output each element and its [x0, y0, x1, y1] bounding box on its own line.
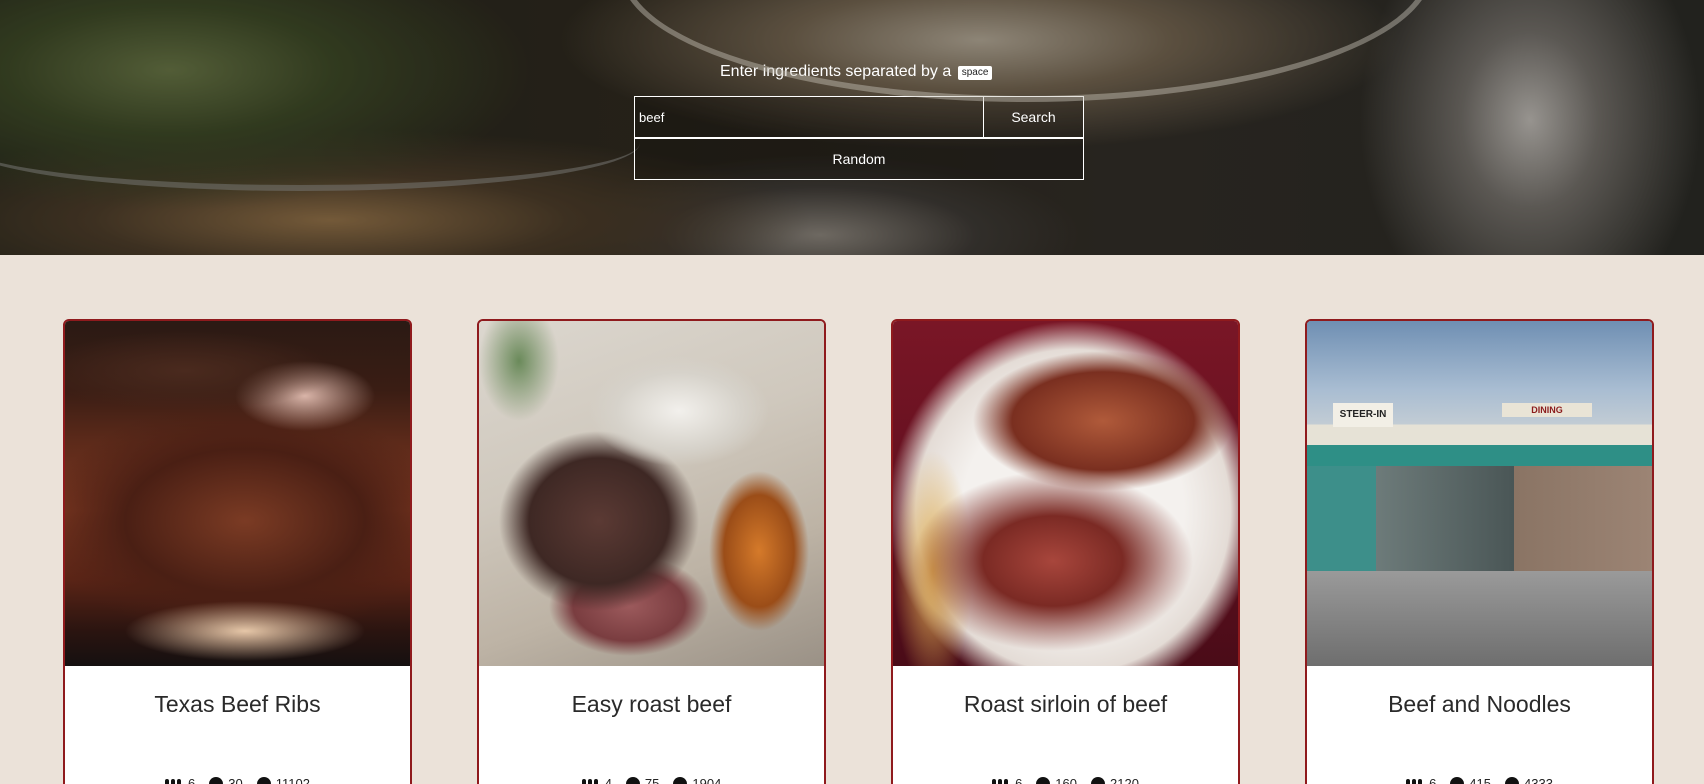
hero-banner: Enter ingredients separated by a space S… — [0, 0, 1704, 255]
recipe-image[interactable]: STEER-IN DINING — [1307, 321, 1652, 666]
recipe-image[interactable] — [65, 321, 410, 666]
search-prompt: Enter ingredients separated by a space — [720, 62, 993, 82]
cook-time: 30 — [209, 776, 243, 784]
recipe-meta: 6 160 2120 — [893, 776, 1238, 784]
servings-value: 6 — [1429, 776, 1437, 784]
recipe-title[interactable]: Texas Beef Ribs — [65, 691, 410, 718]
recipe-card[interactable]: STEER-IN DINING Beef and Noodles 6 415 4… — [1305, 319, 1654, 784]
recipe-title[interactable]: Easy roast beef — [479, 691, 824, 718]
people-icon — [165, 777, 183, 784]
clock-icon — [625, 776, 640, 784]
heart-icon — [673, 776, 688, 784]
clock-icon — [1450, 776, 1465, 784]
clock-icon — [209, 776, 224, 784]
people-icon — [581, 777, 600, 784]
servings-value: 6 — [1015, 776, 1023, 784]
likes-value: 4333 — [1524, 776, 1553, 784]
likes: 1904 — [673, 776, 721, 784]
search-row: Search — [634, 96, 1084, 138]
clock-icon — [1036, 776, 1051, 784]
people-icon — [1406, 777, 1424, 784]
heart-icon — [256, 776, 271, 784]
people-icon — [992, 777, 1010, 784]
servings: 6 — [165, 776, 195, 784]
heart-icon — [1091, 776, 1105, 784]
parking-lot — [1307, 571, 1652, 666]
cook-time: 160 — [1036, 776, 1077, 784]
search-prompt-text: Enter ingredients separated by a — [720, 63, 952, 80]
servings-value: 4 — [604, 776, 612, 784]
cook-time: 415 — [1450, 776, 1491, 784]
servings-value: 6 — [188, 776, 196, 784]
dining-sign: DINING — [1502, 403, 1592, 417]
search-button[interactable]: Search — [983, 97, 1083, 137]
recipe-meta: 4 75 1904 — [479, 776, 824, 784]
cook-time-value: 160 — [1055, 776, 1077, 784]
likes: 2120 — [1091, 776, 1139, 784]
likes-value: 11102 — [275, 776, 310, 784]
ingredients-input[interactable] — [635, 97, 983, 137]
recipe-title[interactable]: Roast sirloin of beef — [893, 691, 1238, 718]
random-button[interactable]: Random — [634, 138, 1084, 180]
servings: 4 — [581, 776, 612, 784]
recipe-title[interactable]: Beef and Noodles — [1307, 691, 1652, 718]
cook-time-value: 75 — [644, 776, 660, 784]
recipe-image[interactable] — [893, 321, 1238, 666]
likes-value: 1904 — [692, 776, 722, 784]
likes: 4333 — [1505, 776, 1553, 784]
recipe-card[interactable]: Easy roast beef 4 75 1904 — [477, 319, 826, 784]
recipe-card[interactable]: Roast sirloin of beef 6 160 2120 — [891, 319, 1240, 784]
servings: 6 — [1406, 776, 1436, 784]
cook-time-value: 415 — [1469, 776, 1491, 784]
likes: 11102 — [256, 776, 310, 784]
space-key-hint: space — [957, 66, 993, 80]
cook-time: 75 — [625, 776, 660, 784]
cook-time-value: 30 — [228, 776, 243, 784]
heart-icon — [1505, 776, 1519, 784]
recipe-card[interactable]: Texas Beef Ribs 6 30 11102 — [63, 319, 412, 784]
recipe-image[interactable] — [479, 321, 824, 666]
likes-value: 2120 — [1110, 776, 1139, 784]
servings: 6 — [992, 776, 1022, 784]
recipe-meta: 6 415 4333 — [1307, 776, 1652, 784]
recipe-meta: 6 30 11102 — [65, 776, 410, 784]
steer-in-sign: STEER-IN — [1333, 403, 1393, 427]
